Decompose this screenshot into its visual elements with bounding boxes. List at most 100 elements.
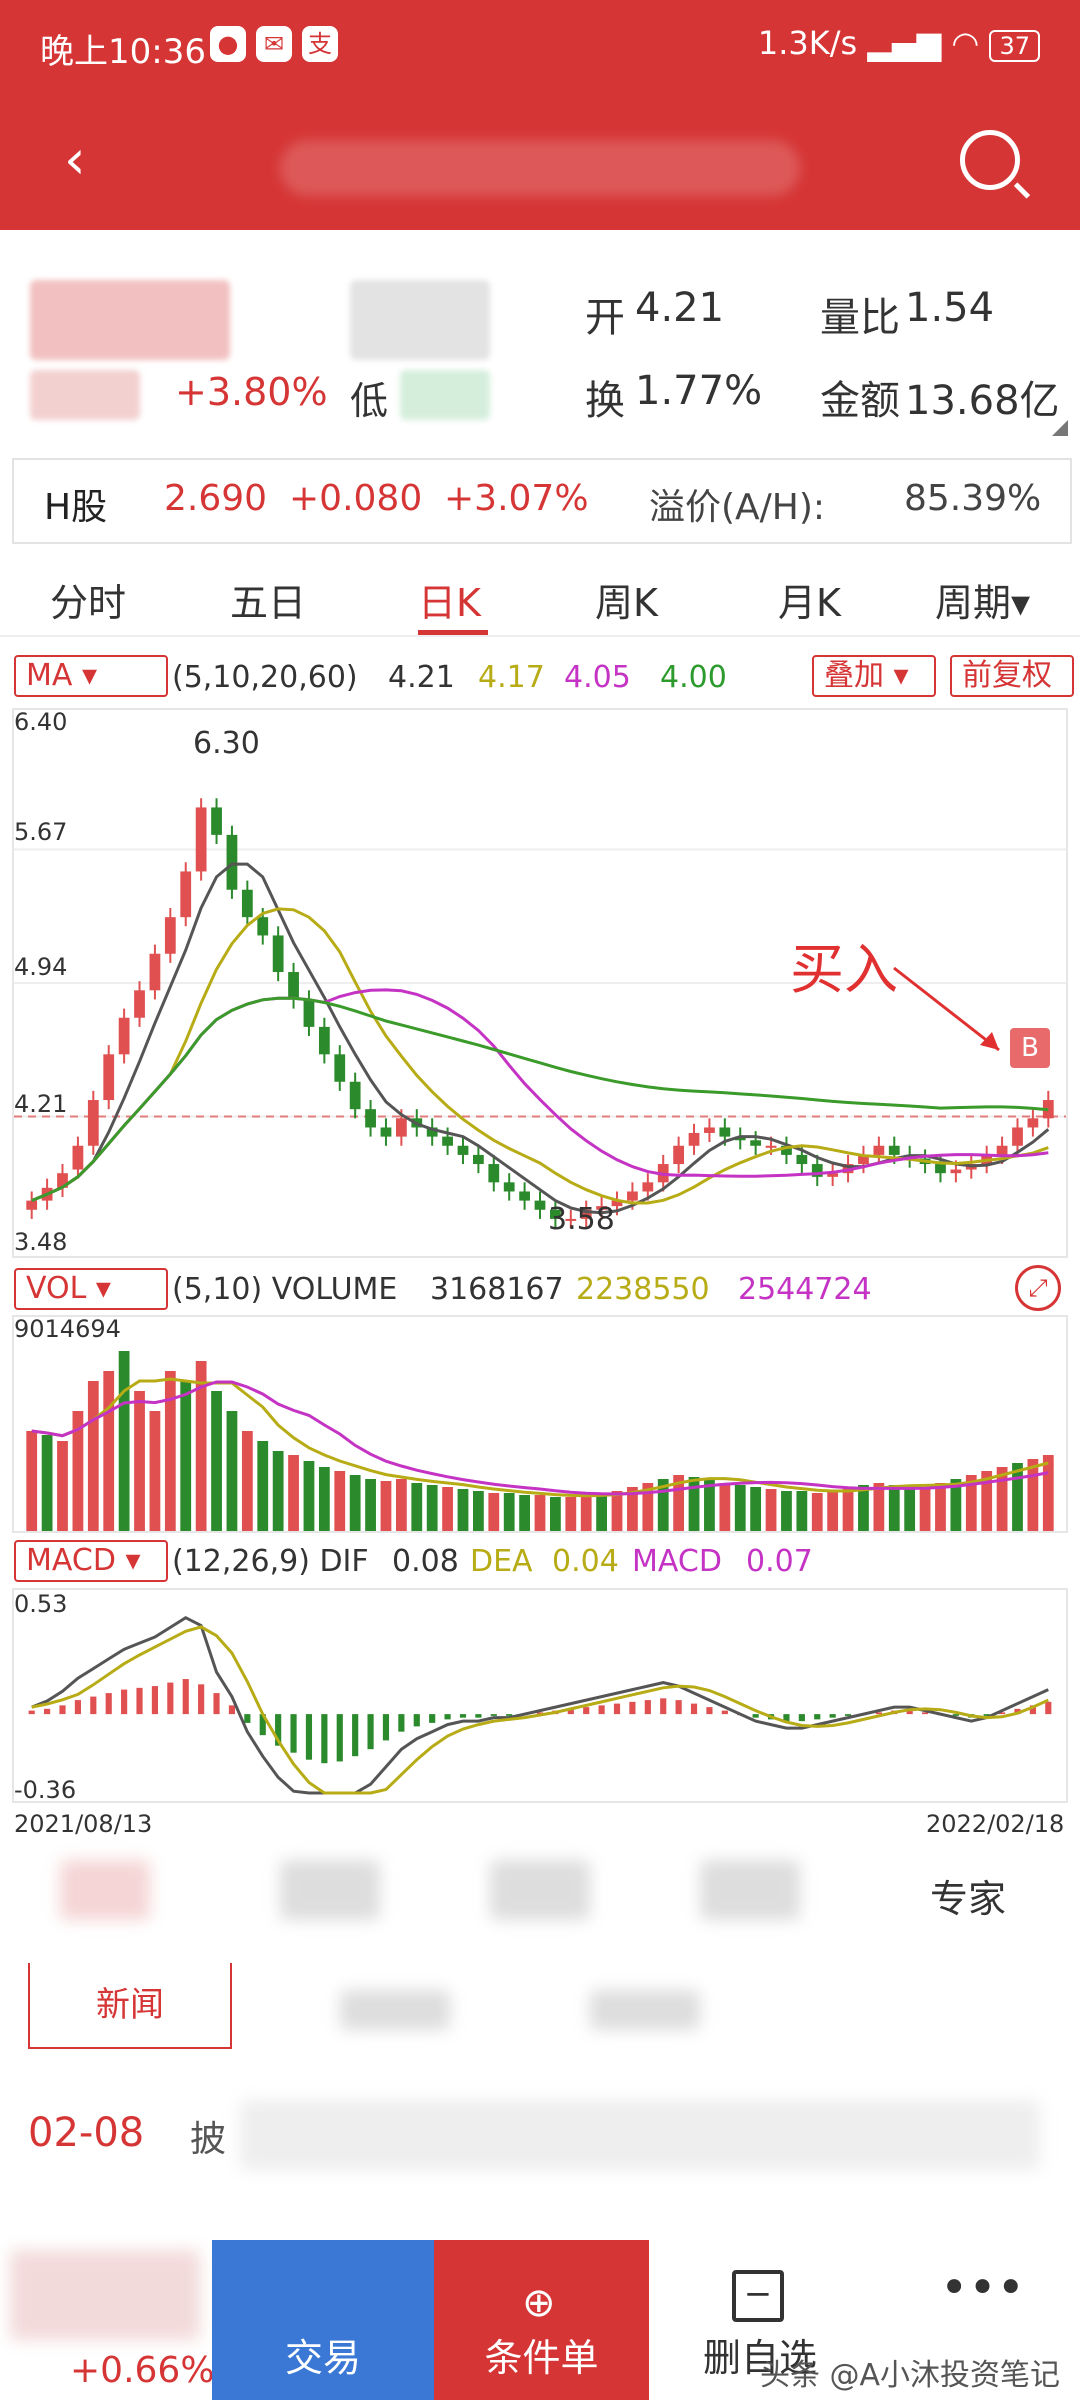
macd-histogram-bar xyxy=(613,1703,621,1715)
candle-body xyxy=(334,1054,346,1082)
volume-chart[interactable] xyxy=(12,1315,1068,1533)
tab-expert[interactable]: 专家 xyxy=(930,1868,1006,1923)
macd-histogram-bar xyxy=(629,1701,636,1715)
buy-marker-badge[interactable]: B xyxy=(1010,1028,1050,1068)
index-change: +0.66% xyxy=(70,2350,215,2391)
expand-corner-icon[interactable] xyxy=(1052,420,1068,436)
amount-value: 13.68亿 xyxy=(905,378,1060,424)
volume-bar xyxy=(211,1391,222,1531)
redacted-tab-4[interactable] xyxy=(700,1860,800,1920)
conditional-order-label: 条件单 xyxy=(484,2336,599,2380)
macd-histogram-bar xyxy=(228,1705,236,1715)
active-tab-indicator xyxy=(418,630,488,635)
volume-bar xyxy=(1027,1459,1039,1531)
ma-selector[interactable]: MA ▾ xyxy=(14,655,168,697)
tab-intraday[interactable]: 分时 xyxy=(50,572,126,627)
volume-bar xyxy=(488,1493,500,1531)
redacted-headline[interactable] xyxy=(240,2100,1040,2170)
macd-selector[interactable]: MACD ▾ xyxy=(14,1540,168,1582)
volume-bar xyxy=(395,1479,407,1531)
conditional-order-icon: ⊕ xyxy=(522,2280,556,2326)
trade-button[interactable]: 交易 xyxy=(212,2240,434,2400)
trade-label: 交易 xyxy=(284,2336,361,2380)
macd-histogram-bar xyxy=(44,1708,51,1715)
macd-label: MACD xyxy=(632,1544,722,1579)
macd-histogram-bar xyxy=(721,1710,728,1715)
macd-histogram-bar xyxy=(74,1700,81,1715)
macd-histogram-bar xyxy=(321,1714,328,1764)
macd-histogram-bar xyxy=(644,1700,651,1715)
macd-histogram-bar xyxy=(382,1714,390,1741)
adjust-button[interactable]: 前复权 xyxy=(950,655,1074,697)
macd-histogram-bar xyxy=(121,1689,128,1715)
tab-weekly-k[interactable]: 周K xyxy=(595,572,658,627)
volume-bar xyxy=(457,1489,469,1531)
low-price-label: 3.58 xyxy=(548,1202,615,1237)
tab-daily-k[interactable]: 日K xyxy=(418,572,481,627)
volume-ratio-value: 1.54 xyxy=(905,285,995,331)
conditional-order-button[interactable]: ⊕ 条件单 xyxy=(434,2240,649,2400)
macd-histogram-bar xyxy=(829,1714,836,1718)
redacted-tab-2[interactable] xyxy=(280,1860,380,1920)
ma60-value: 4.00 xyxy=(660,660,727,695)
macd-histogram-bar xyxy=(490,1714,497,1716)
macd-chart[interactable] xyxy=(12,1588,1068,1803)
volume-bar xyxy=(149,1411,161,1531)
candle-body xyxy=(118,1017,130,1055)
volume-bar xyxy=(26,1431,38,1531)
volume-bar xyxy=(318,1467,330,1531)
redacted-subtab-2[interactable] xyxy=(590,1990,700,2030)
volume-bar xyxy=(580,1495,592,1531)
redacted-tab-1[interactable] xyxy=(60,1860,150,1920)
macd-histogram-bar xyxy=(244,1714,251,1723)
tab-news[interactable]: 新闻 xyxy=(28,1963,232,2049)
volume-bar xyxy=(57,1441,68,1531)
high-redacted xyxy=(350,280,490,360)
quote-panel: +3.80% 低 开 4.21 量比 1.54 换 1.77% 金额 13.68… xyxy=(0,230,1080,440)
candle-body xyxy=(796,1154,808,1165)
candle-body xyxy=(288,972,299,1000)
volume-bar xyxy=(596,1493,608,1531)
volume-bar xyxy=(719,1483,731,1531)
y-tick-top: 6.40 xyxy=(14,708,68,736)
tab-five-day[interactable]: 五日 xyxy=(230,572,306,627)
overlay-button[interactable]: 叠加 ▾ xyxy=(812,655,936,697)
volume-bar xyxy=(134,1391,145,1531)
kline-chart[interactable] xyxy=(12,708,1068,1258)
vol-value: 3168167 xyxy=(430,1272,564,1307)
news-headline-start[interactable]: 披 xyxy=(190,2110,226,2162)
overlay-label: 叠加 xyxy=(824,658,884,693)
network-speed: 1.3K/s xyxy=(757,24,858,62)
ma20-line xyxy=(31,988,1049,1202)
macd-histogram-bar xyxy=(690,1703,698,1715)
volume-bar xyxy=(272,1451,284,1531)
candle-body xyxy=(349,1081,361,1110)
volume-bar xyxy=(827,1491,839,1531)
status-bar: 晚上10:36 ● ✉ 支 1.3K/s ▂▄▆ ◠ 37 xyxy=(0,0,1080,100)
macd-histogram-bar xyxy=(198,1684,205,1715)
h-share-row[interactable]: H股 2.690 +0.080 +3.07% 溢价(A/H): 85.39% xyxy=(12,458,1072,544)
candle-body xyxy=(1027,1118,1039,1128)
dea-value: 0.04 xyxy=(552,1544,619,1579)
redacted-tab-3[interactable] xyxy=(490,1860,590,1920)
vol-selector[interactable]: VOL ▾ xyxy=(14,1268,168,1310)
volume-bar xyxy=(688,1477,700,1531)
candle-body xyxy=(180,871,192,918)
macd-min-label: -0.36 xyxy=(14,1776,77,1804)
fullscreen-icon[interactable]: ⤢ xyxy=(1015,1265,1061,1311)
tab-period[interactable]: 周期▾ xyxy=(935,572,1030,627)
back-arrow-icon[interactable]: ‹ xyxy=(64,128,86,191)
open-label: 开 xyxy=(585,295,625,341)
candle-body xyxy=(765,1145,777,1148)
redacted-subtab-1[interactable] xyxy=(340,1990,450,2030)
candle-body xyxy=(472,1154,484,1165)
volume-bar xyxy=(349,1475,361,1531)
macd-histogram-bar xyxy=(475,1714,482,1718)
tab-monthly-k[interactable]: 月K xyxy=(778,572,841,627)
candle-body xyxy=(226,834,238,890)
buy-annotation: 买入 xyxy=(790,938,898,1001)
search-icon[interactable] xyxy=(960,130,1020,190)
candle-body xyxy=(888,1145,900,1155)
status-time: 晚上10:36 xyxy=(40,32,206,72)
volume-bar xyxy=(858,1485,869,1531)
